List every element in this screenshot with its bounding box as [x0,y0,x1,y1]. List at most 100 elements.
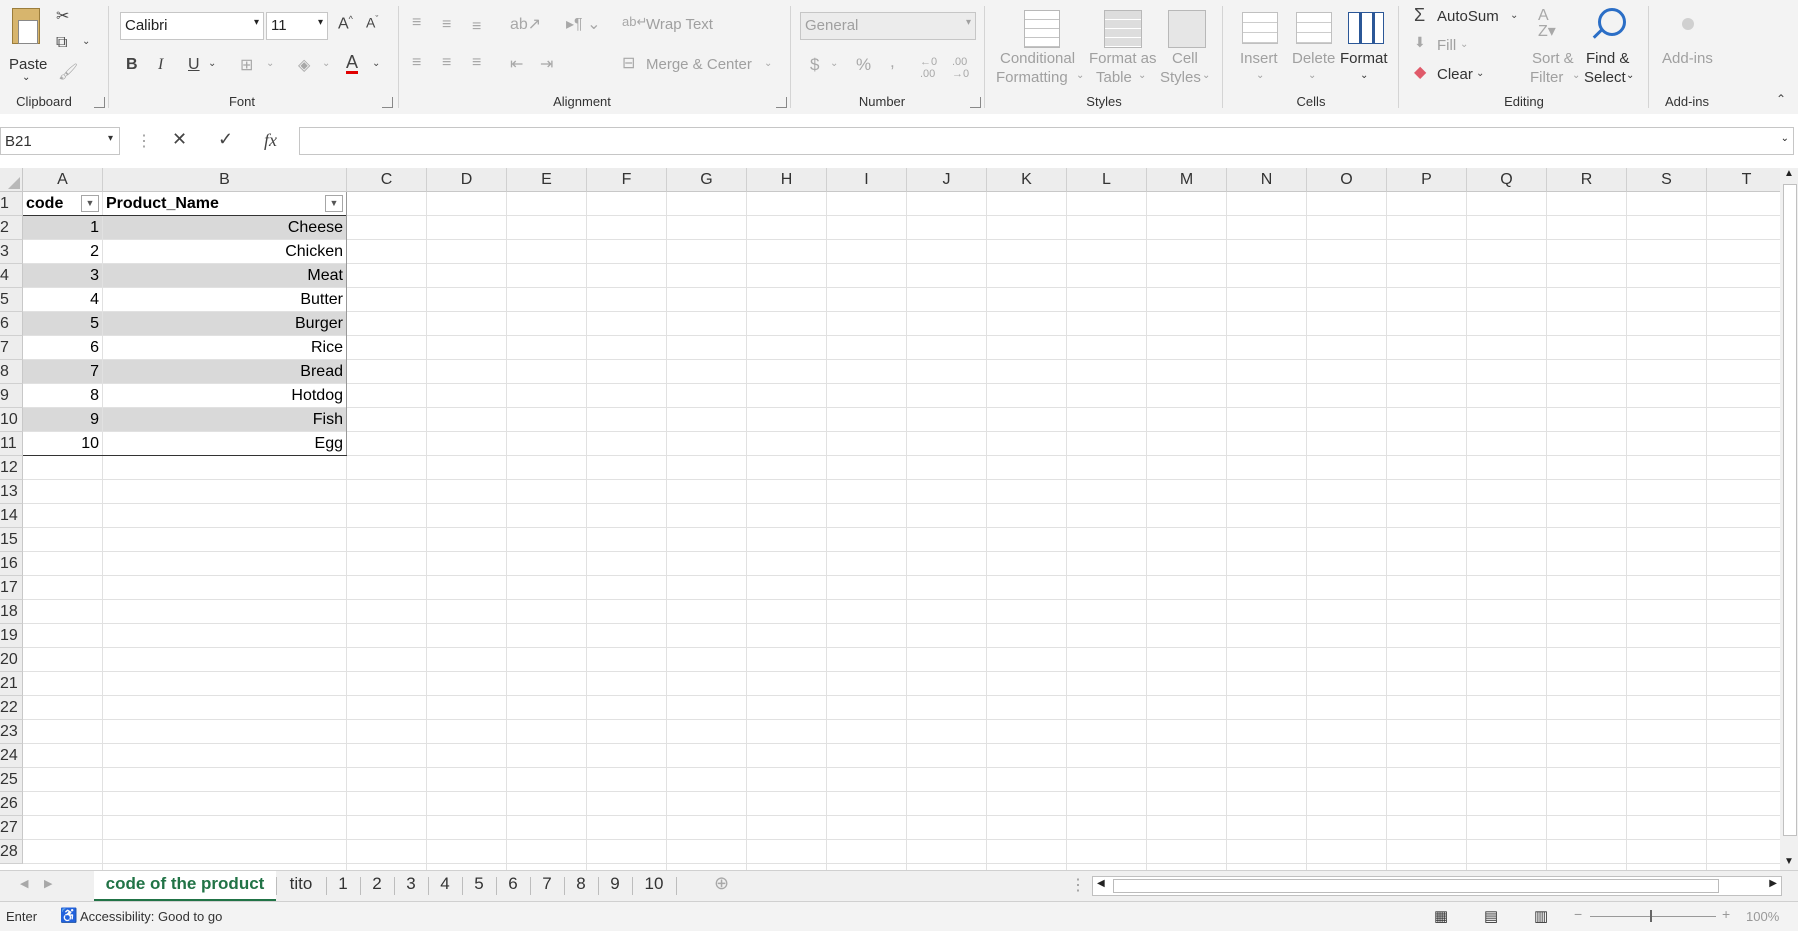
row-header-24[interactable]: 24 [0,744,23,768]
bold-button[interactable]: B [126,56,138,74]
comma-button[interactable]: , [890,52,895,72]
column-header-h[interactable]: H [747,168,827,192]
column-header-s[interactable]: S [1627,168,1707,192]
chevron-down-icon[interactable]: ⌄ [1781,133,1789,144]
table-cell[interactable]: Rice [103,336,346,359]
accessibility-status[interactable]: Accessibility: Good to go [80,909,222,924]
column-header-c[interactable]: C [347,168,427,192]
normal-view-icon[interactable]: ▦ [1434,907,1448,925]
filter-dropdown-icon[interactable]: ▼ [81,195,99,212]
row-header-7[interactable]: 7 [0,336,23,360]
sheet-tab[interactable]: 1 [326,871,360,899]
vertical-scrollbar[interactable]: ▲ ▼ [1780,168,1798,870]
clear-button[interactable]: Clear [1437,66,1473,83]
chevron-down-icon[interactable]: ⌄ [322,58,330,69]
select-all-corner[interactable] [0,168,23,192]
align-middle-icon[interactable]: ≡ [442,16,451,34]
column-header-g[interactable]: G [667,168,747,192]
next-sheet-icon[interactable]: ▶ [44,877,52,890]
column-header-r[interactable]: R [1547,168,1627,192]
sheet-tab[interactable]: 4 [428,871,462,899]
column-header-l[interactable]: L [1067,168,1147,192]
table-cell[interactable]: Chicken [103,240,346,263]
table-cell[interactable]: Egg [103,432,346,455]
wrap-text-button[interactable]: Wrap Text [646,16,713,33]
new-sheet-icon[interactable]: ⊕ [714,873,729,894]
sheet-tab[interactable]: 6 [496,871,530,899]
row-header-14[interactable]: 14 [0,504,23,528]
zoom-out-icon[interactable]: − [1574,906,1582,922]
scroll-down-icon[interactable]: ▼ [1784,856,1794,867]
font-size-select[interactable]: 11 ▾ [266,12,328,40]
scroll-right-icon[interactable]: ▶ [1769,878,1777,889]
chevron-down-icon[interactable]: ⌄ [1510,10,1518,21]
format-button[interactable]: Format ⌄ [1338,6,1392,90]
scroll-left-icon[interactable]: ◀ [1097,878,1105,889]
row-header-9[interactable]: 9 [0,384,23,408]
increase-decimal-icon[interactable]: ←0.00 [920,56,937,80]
sheet-tab[interactable]: 7 [530,871,564,899]
sheet-tab[interactable]: 9 [598,871,632,899]
column-header-q[interactable]: Q [1467,168,1547,192]
autosum-button[interactable]: AutoSum [1437,8,1499,25]
column-header-b[interactable]: B [103,168,347,192]
table-cell[interactable]: 8 [23,384,102,407]
column-header-o[interactable]: O [1307,168,1387,192]
table-cell[interactable]: Burger [103,312,346,335]
table-cell[interactable]: 2 [23,240,102,263]
column-header-f[interactable]: F [587,168,667,192]
name-box[interactable]: B21 ▾ [0,127,120,155]
conditional-formatting-button[interactable]: Conditional Formatting ⌄ [992,6,1088,90]
format-painter-icon[interactable]: 🖌 [58,62,78,82]
column-header-k[interactable]: K [987,168,1067,192]
row-header-26[interactable]: 26 [0,792,23,816]
column-header-a[interactable]: A [23,168,103,192]
row-header-17[interactable]: 17 [0,576,23,600]
table-header-cell[interactable]: Product_Name [103,192,347,215]
row-header-4[interactable]: 4 [0,264,23,288]
hscroll-thumb[interactable] [1113,879,1719,893]
column-header-t[interactable]: T [1707,168,1780,192]
column-header-p[interactable]: P [1387,168,1467,192]
number-format-select[interactable]: General ▾ [800,12,976,40]
table-cell[interactable]: 6 [23,336,102,359]
page-break-icon[interactable]: ▥ [1534,907,1548,925]
more-options-icon[interactable]: ⋮ [136,131,152,151]
align-left-icon[interactable]: ≡ [412,54,421,72]
chevron-down-icon[interactable]: ⌄ [764,58,772,69]
cut-icon[interactable]: ✂ [56,6,69,26]
worksheet-grid[interactable]: ABCDEFGHIJKLMNOPQRST 1 2 3 4 5 6 7 8 9 10 11 12 13 14… [0,168,1780,870]
table-cell[interactable]: Meat [103,264,346,287]
enter-icon[interactable]: ✓ [218,129,233,150]
filter-dropdown-icon[interactable]: ▼ [325,195,343,212]
font-name-select[interactable]: Calibri ▾ [120,12,264,40]
chevron-down-icon[interactable]: ⌄ [82,36,90,47]
chevron-down-icon[interactable]: ⌄ [208,58,216,69]
row-header-6[interactable]: 6 [0,312,23,336]
row-header-27[interactable]: 27 [0,816,23,840]
chevron-down-icon[interactable]: ⌄ [830,58,838,69]
table-cell[interactable]: Fish [103,408,346,431]
table-cell[interactable]: Butter [103,288,346,311]
underline-button[interactable]: U [188,56,200,74]
row-header-21[interactable]: 21 [0,672,23,696]
font-launcher-icon[interactable] [382,97,393,108]
sheet-tab[interactable]: 3 [394,871,428,899]
fill-button[interactable]: Fill [1437,37,1456,54]
chevron-down-icon[interactable]: ⌄ [372,58,380,69]
text-direction-icon[interactable]: ▸¶ ⌄ [566,14,600,34]
chevron-down-icon[interactable]: ⌄ [1460,39,1468,50]
zoom-in-icon[interactable]: + [1722,906,1730,922]
merge-center-button[interactable]: Merge & Center [646,56,752,73]
paste-button[interactable]: Paste ⌄ [4,6,48,84]
table-cell[interactable]: Bread [103,360,346,383]
row-header-15[interactable]: 15 [0,528,23,552]
align-right-icon[interactable]: ≡ [472,54,481,72]
sort-filter-button[interactable]: A Z▾ Sort & Filter ⌄ [1526,6,1582,90]
decrease-decimal-icon[interactable]: .00 →0 [952,56,969,80]
italic-button[interactable]: I [158,56,163,74]
align-bottom-icon[interactable]: ≡ [472,18,481,36]
table-cell[interactable]: 3 [23,264,102,287]
table-cell[interactable]: 9 [23,408,102,431]
collapse-ribbon-icon[interactable]: ⌃ [1776,92,1786,106]
